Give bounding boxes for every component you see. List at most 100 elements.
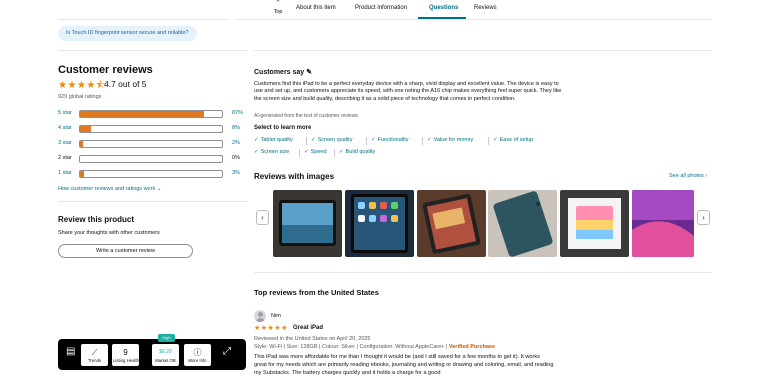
rating-bar-row[interactable]: 5 star 87%: [58, 109, 243, 119]
trend-line-icon: ⟋: [91, 348, 98, 357]
back-to-top-label: Top: [273, 9, 283, 15]
aspect-separator: [488, 137, 489, 145]
check-icon: ✓: [493, 137, 498, 143]
aspect-separator: [299, 149, 300, 157]
review-title[interactable]: Great iPad: [293, 325, 323, 331]
aspect-separator: [334, 149, 335, 157]
divider: [254, 272, 712, 273]
variant-colour: Colour: Silver: [322, 344, 356, 350]
carousel-next-button[interactable]: ›: [697, 210, 710, 225]
aspect-screen-quality[interactable]: ✓ Screen quality: [311, 137, 352, 143]
chevron-up-icon: ⌃: [275, 0, 281, 7]
review-this-product-heading: Review this product: [58, 215, 135, 224]
aspect-screen-size[interactable]: ✓ Screen size: [254, 149, 289, 155]
customers-say-title: Customers say: [254, 69, 305, 76]
variant-configuration: Configuration: Without AppleCare+: [359, 344, 445, 350]
reviewer-name[interactable]: Nim: [271, 313, 281, 319]
variant-size: Size: 128GB: [286, 344, 318, 350]
check-icon: ✓: [311, 137, 316, 143]
review-product-variant: Style: Wi-Fi | Size: 128GB | Colour: Sil…: [254, 344, 496, 350]
tab-product-information[interactable]: Product information: [355, 5, 407, 11]
review-image-thumbnail[interactable]: [488, 190, 557, 257]
market-value: $6.20: [159, 349, 172, 355]
rating-bar-row[interactable]: 1 star 3%: [58, 169, 240, 179]
star-level-label: 1 star: [58, 170, 72, 176]
star-level-label: 5 star: [58, 110, 72, 116]
rating-bar-track: [79, 155, 223, 163]
reviewer-avatar: [254, 310, 266, 322]
reviews-with-images-heading: Reviews with images: [254, 172, 335, 181]
rating-percent: 87%: [232, 110, 244, 116]
aspect-label: Tablet quality: [260, 137, 293, 143]
aspect-separator: [422, 137, 423, 145]
tab-questions[interactable]: Questions: [429, 5, 458, 11]
aspect-functionality[interactable]: ✓ Functionality: [371, 137, 409, 143]
see-all-photos-link[interactable]: See all photos ›: [669, 173, 707, 179]
ai-generated-note: AI-generated from the text of customer r…: [254, 113, 358, 119]
aspect-separator: [306, 137, 307, 145]
market-label: Market OB: [155, 358, 176, 363]
listing-health-button[interactable]: 9 Listing Health: [112, 344, 139, 366]
star-level-label: 3 star: [58, 140, 72, 146]
market-badge: High: [158, 334, 175, 342]
chevron-right-icon: ›: [702, 213, 705, 222]
aspect-label: Build quality: [345, 149, 376, 155]
tab-about-this-item[interactable]: About this item: [296, 5, 336, 11]
expand-icon[interactable]: ⤢: [223, 346, 231, 357]
tab-reviews[interactable]: Reviews: [474, 5, 497, 11]
divider: [58, 201, 248, 202]
extension-logo-icon[interactable]: ▤: [66, 346, 75, 357]
active-tab-indicator: [418, 17, 466, 19]
check-icon: ✓: [254, 137, 259, 143]
check-icon: ✓: [339, 149, 344, 155]
carousel-prev-button[interactable]: ‹: [256, 210, 269, 225]
tab-bar-divider-left: [58, 0, 228, 20]
how-reviews-work-link[interactable]: How customer reviews and ratings work ⌄: [58, 186, 161, 192]
aspect-tablet-quality[interactable]: ✓ Tablet quality: [254, 137, 293, 143]
check-icon: ✓: [254, 149, 259, 155]
variant-style: Style: Wi-Fi: [254, 344, 283, 350]
trends-label: Trends: [87, 358, 102, 363]
top-reviews-heading: Top reviews from the United States: [254, 288, 379, 297]
back-to-top-link[interactable]: ⌃ Top: [268, 0, 288, 18]
aspect-separator: [366, 137, 367, 145]
rating-bar-fill: [80, 171, 85, 177]
rating-percent: 3%: [232, 170, 240, 176]
customers-say-summary: Customers find this iPad to be a perfect…: [254, 81, 562, 102]
average-rating-stars[interactable]: ★★★★⯪: [58, 78, 106, 95]
review-image-thumbnail[interactable]: [273, 190, 342, 257]
review-rating-stars: ★★★★★: [254, 325, 288, 332]
divider: [254, 50, 712, 51]
review-image-thumbnail[interactable]: [345, 190, 414, 257]
average-rating-text: 4.7 out of 5: [104, 79, 147, 89]
aspect-ease-of-setup[interactable]: ✓ Ease of setup: [493, 137, 533, 143]
rating-bar-row[interactable]: 4 star 8%: [58, 124, 240, 134]
more-info-label: More Info: [188, 358, 207, 363]
ai-sparkle-icon: ✎: [306, 69, 313, 76]
aspect-label: Screen size: [260, 149, 290, 155]
star-level-label: 4 star: [58, 125, 72, 131]
aspect-build-quality[interactable]: ✓ Build quality: [339, 149, 375, 155]
aspect-label: Value for money: [433, 137, 474, 143]
review-image-thumbnail[interactable]: [560, 190, 629, 257]
info-icon: ⓘ: [193, 348, 202, 357]
aspect-speed[interactable]: ✓ Speed: [304, 149, 327, 155]
chevron-left-icon: ‹: [261, 213, 264, 222]
select-to-learn-more: Select to learn more: [254, 125, 312, 131]
aspect-value-for-money[interactable]: ✓ Value for money: [427, 137, 473, 143]
check-icon: ✓: [371, 137, 376, 143]
rating-bar-track: [79, 140, 223, 148]
rating-bar-track: [79, 170, 223, 178]
aspect-label: Ease of setup: [499, 137, 534, 143]
review-image-thumbnail[interactable]: [417, 190, 486, 257]
question-chip[interactable]: Is Touch ID fingerprint sensor secure an…: [58, 26, 197, 41]
rating-bar-row[interactable]: 3 star 2%: [58, 139, 240, 149]
trends-button[interactable]: ⟋ Trends: [81, 344, 108, 366]
check-icon: ✓: [427, 137, 432, 143]
product-tab-bar: ⌃ Top About this item Product informatio…: [0, 0, 768, 20]
more-info-button[interactable]: ⓘ More Info: [184, 344, 211, 366]
review-image-thumbnail[interactable]: [632, 190, 694, 257]
market-button[interactable]: $6.20 Market OB: [152, 344, 179, 366]
write-review-button[interactable]: Write a customer review: [58, 244, 193, 258]
global-ratings-count: 929 global ratings: [58, 94, 102, 100]
